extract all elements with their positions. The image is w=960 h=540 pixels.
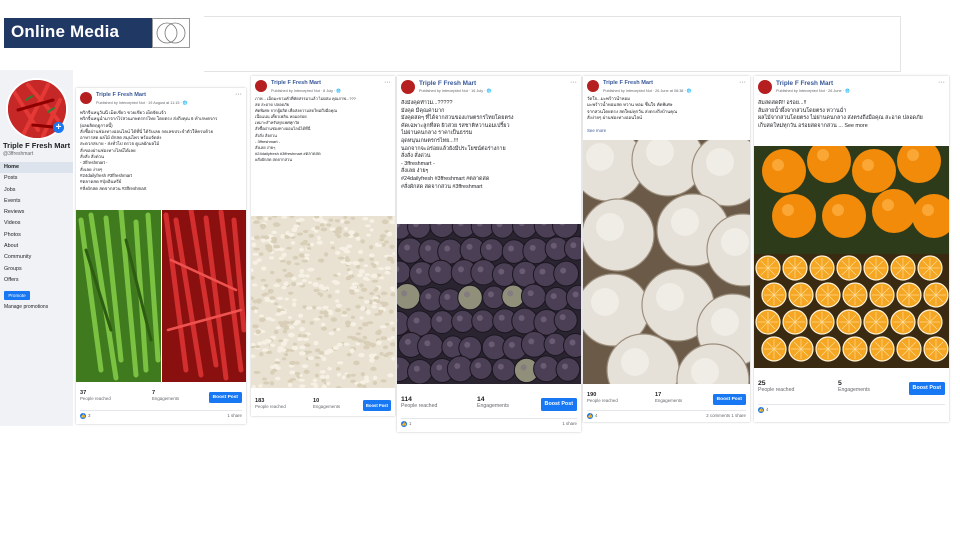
share-count[interactable]: 1 share — [562, 421, 577, 426]
people-reached: 25 People reached — [758, 380, 795, 393]
share-count[interactable]: 1 share — [227, 413, 242, 418]
post-image-coconut[interactable] — [583, 140, 750, 384]
share-count[interactable]: 2 comments 1 share — [706, 413, 746, 418]
slide-title: Online Media — [11, 22, 120, 41]
post-header: Triple F Fresh Mart Published by Interce… — [587, 79, 746, 96]
post-avatar[interactable] — [587, 80, 599, 92]
post-author[interactable]: Triple F Fresh Mart — [603, 80, 653, 86]
nav-item-community[interactable]: Community — [0, 252, 73, 263]
more-options-icon[interactable]: ··· — [938, 79, 945, 86]
like-icon: 👍 — [401, 421, 407, 427]
post-image-chili[interactable] — [76, 210, 246, 382]
nav-item-photos[interactable]: Photos — [0, 230, 73, 241]
header-frame — [204, 16, 901, 72]
post-text: ส้มสดสดดี!! อร่อย...!! ส้มสายน้ำผึ้งจากส… — [758, 100, 923, 129]
page-name[interactable]: Triple F Fresh Mart — [3, 141, 70, 150]
post-text: วัดใจ...มะพร้าวน้ำหอม มะพร้าวน้ำหอมสด หว… — [587, 96, 678, 120]
post-footer: 👍 4 2 comments 1 share — [587, 410, 746, 420]
post-stats: 25 People reached 5 Engagements Boost Po… — [758, 380, 945, 396]
engagements: 14 Engagements — [477, 396, 510, 409]
boost-post-button[interactable]: Boost Post — [362, 400, 391, 411]
post-stats: 183 People reached 10 Engagements Boost … — [255, 398, 391, 414]
post-avatar[interactable] — [758, 80, 772, 94]
post-card-3: Triple F Fresh Mart Published by Interce… — [397, 76, 581, 432]
engagements: 10 Engagements — [313, 398, 341, 409]
logo-icon — [152, 18, 190, 48]
boost-post-button[interactable]: Boost Post — [712, 394, 746, 405]
post-header: Triple F Fresh Mart Published by Interce… — [401, 79, 577, 96]
boost-post-button[interactable]: Boost Post — [540, 398, 577, 411]
nav-item-offers[interactable]: Offers — [0, 275, 73, 286]
post-text: พริกจิ้นหนูวันนี้ เม็ดเขียว ขวยเขียว เผ็… — [80, 110, 218, 191]
engagements: 5 Engagements — [838, 380, 871, 393]
add-photo-icon[interactable]: + — [53, 122, 64, 133]
post-avatar[interactable] — [401, 80, 415, 94]
post-card-1: Triple F Fresh Mart Published by Interce… — [76, 88, 246, 424]
post-author[interactable]: Triple F Fresh Mart — [271, 80, 321, 86]
post-meta: Published by Intercepted Nut · 19 August… — [96, 101, 188, 105]
post-avatar[interactable] — [80, 92, 92, 104]
people-reached: 114 People reached — [401, 396, 438, 409]
post-header: Triple F Fresh Mart Published by Interce… — [758, 79, 945, 96]
post-footer: 👍 1 1 share — [401, 418, 577, 428]
post-meta: Published by Intercepted Nut · 16 July ·… — [419, 89, 492, 93]
nav-item-reviews[interactable]: Reviews — [0, 207, 73, 218]
people-reached: 183 People reached — [255, 398, 286, 409]
post-text: ภาพ... เม็ดมะขามคั่วที่คัดสรรมาแล้ว ไม่ผ… — [255, 96, 356, 162]
post-image-seeds[interactable] — [251, 216, 395, 388]
post-header: Triple F Fresh Mart Published by Interce… — [255, 79, 391, 96]
post-footer: 👍 3 1 share — [80, 410, 242, 420]
like-icon: 👍 — [758, 407, 764, 413]
boost-post-button[interactable]: Boost Post — [208, 392, 242, 403]
post-footer: 👍 4 — [758, 404, 945, 414]
post-card-4: Triple F Fresh Mart Published by Interce… — [583, 76, 750, 422]
post-author[interactable]: Triple F Fresh Mart — [776, 80, 833, 87]
like-count[interactable]: 1 — [409, 421, 411, 426]
post-avatar[interactable] — [255, 80, 267, 92]
promote-button[interactable]: Promote — [4, 291, 30, 300]
page-handle: @3ffreshmart — [3, 151, 34, 157]
page-sidebar: + Triple F Fresh Mart @3ffreshmart Home … — [0, 70, 73, 426]
post-meta: Published by Intercepted Nut · 26 June ·… — [776, 89, 850, 93]
nav-item-home[interactable]: Home — [0, 162, 73, 174]
post-card-2: Triple F Fresh Mart Published by Interce… — [251, 76, 395, 416]
manage-promotions-link[interactable]: Manage promotions — [4, 304, 48, 310]
slide-title-bar: Online Media — [4, 18, 152, 48]
more-options-icon[interactable]: ··· — [235, 91, 242, 98]
nav-item-events[interactable]: Events — [0, 196, 73, 207]
nav-item-jobs[interactable]: Jobs — [0, 185, 73, 196]
post-author[interactable]: Triple F Fresh Mart — [419, 80, 476, 87]
like-count[interactable]: 4 — [595, 413, 597, 418]
more-options-icon[interactable]: ··· — [570, 79, 577, 86]
engagements: 17 Engagements — [655, 392, 683, 403]
like-count[interactable]: 4 — [766, 407, 768, 412]
people-reached: 190 People reached — [587, 392, 618, 403]
post-card-5: Triple F Fresh Mart Published by Interce… — [754, 76, 949, 422]
like-count[interactable]: 3 — [88, 413, 90, 418]
post-header: Triple F Fresh Mart Published by Interce… — [80, 91, 242, 108]
nav-item-posts[interactable]: Posts — [0, 173, 73, 184]
more-options-icon[interactable]: ··· — [739, 79, 746, 86]
post-meta: Published by Intercepted Nut · 26 June a… — [603, 89, 692, 93]
engagements: 7 Engagements — [152, 390, 180, 401]
post-meta: Published by Intercepted Nut · 8 July · … — [271, 89, 342, 93]
like-icon: 👍 — [587, 413, 593, 419]
post-text: สั่งมังคุดทำไม...????? มังคุด มีคุณค่ามา… — [401, 100, 514, 190]
nav-item-about[interactable]: About — [0, 241, 73, 252]
like-icon: 👍 — [80, 413, 86, 419]
post-stats: 37 People reached 7 Engagements Boost Po… — [80, 390, 242, 406]
nav-item-videos[interactable]: Videos — [0, 218, 73, 229]
see-more-link[interactable]: See more — [587, 128, 746, 136]
boost-post-button[interactable]: Boost Post — [908, 382, 945, 395]
post-stats: 190 People reached 17 Engagements Boost … — [587, 392, 746, 408]
more-options-icon[interactable]: ··· — [384, 79, 391, 86]
post-stats: 114 People reached 14 Engagements Boost … — [401, 396, 577, 412]
page-nav: Home Posts Jobs Events Reviews Videos Ph… — [0, 162, 73, 286]
nav-item-groups[interactable]: Groups — [0, 264, 73, 275]
post-image-mangosteen[interactable] — [397, 224, 581, 384]
post-author[interactable]: Triple F Fresh Mart — [96, 92, 146, 98]
people-reached: 37 People reached — [80, 390, 111, 401]
